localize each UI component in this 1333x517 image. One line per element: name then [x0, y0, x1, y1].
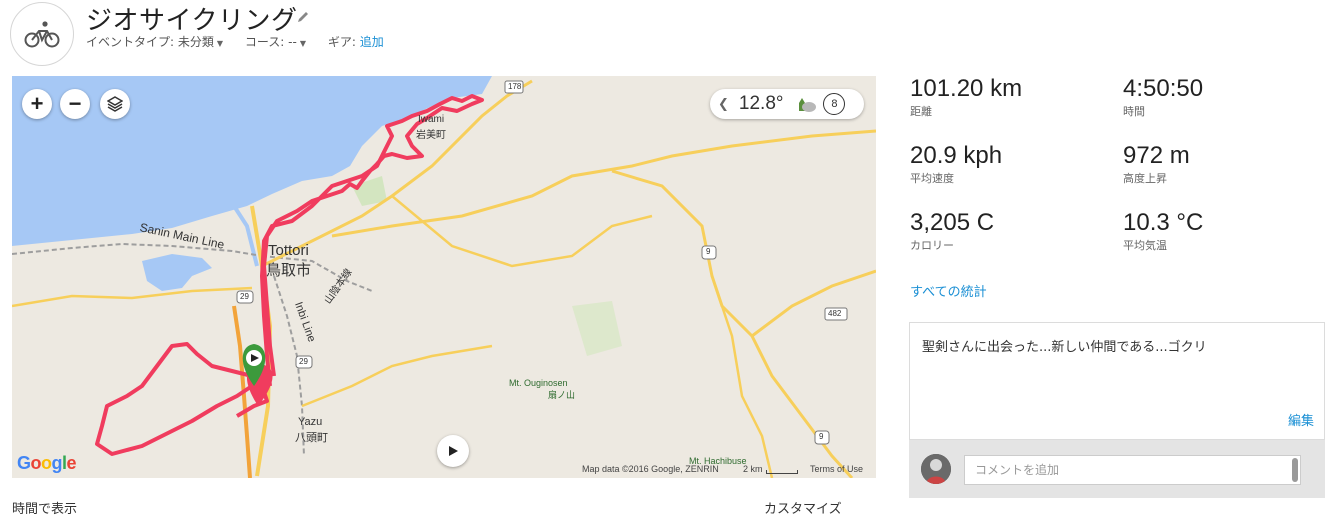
stat-avg-speed: 20.9 kph 平均速度	[910, 142, 1002, 186]
play-route-button[interactable]	[437, 435, 469, 467]
cloud-icon	[799, 98, 817, 112]
customize-link[interactable]: カスタマイズ	[764, 498, 842, 517]
zoom-out-button[interactable]: −	[60, 89, 90, 119]
route-label-9: 9	[706, 247, 711, 256]
map-label-ouginosen-jp: 扇ノ山	[548, 390, 576, 400]
description-box: 聖剣さんに出会った...新しい仲間である...ゴクリ 編集	[909, 322, 1325, 440]
stat-value: 20.9 kph	[910, 142, 1003, 169]
course-label: コース:	[244, 35, 285, 49]
map-label-yazu-en: Yazu	[298, 416, 323, 428]
weather-widget[interactable]: ❮ 12.8° 8	[710, 89, 864, 119]
route-label-178: 178	[508, 82, 522, 91]
layers-icon	[107, 96, 123, 112]
comment-bar	[909, 440, 1325, 498]
map-label-iwami-jp: 岩美町	[416, 130, 446, 141]
stat-value: 10.3 °C	[1123, 209, 1204, 236]
google-logo: Google	[17, 453, 77, 473]
user-avatar	[921, 454, 951, 484]
map-label-tottori-en: Tottori	[268, 242, 309, 259]
stat-avg-temperature: 10.3 °C 平均気温	[1123, 209, 1203, 253]
terms-link[interactable]: Terms of Use	[810, 464, 863, 474]
wind-indicator: 8	[823, 93, 846, 115]
pencil-icon[interactable]	[296, 10, 310, 24]
map-attribution: Map data ©2016 Google, ZENRIN	[582, 464, 719, 474]
stat-time: 4:50:50 時間	[1123, 75, 1203, 119]
all-stats-link[interactable]: すべての統計	[910, 281, 987, 300]
add-gear-link[interactable]: 追加	[360, 35, 384, 49]
stat-label: 距離	[910, 105, 932, 118]
route-label-9b: 9	[819, 432, 824, 441]
zoom-in-button[interactable]: +	[22, 89, 52, 119]
caret-down-icon: ▼	[216, 39, 224, 48]
course-dropdown[interactable]: コース: -- ▼	[245, 35, 306, 49]
activity-type-avatar	[10, 2, 74, 66]
event-type-value: 未分類	[177, 35, 214, 49]
gear-field: ギア: 追加	[328, 35, 384, 49]
description-text: 聖剣さんに出会った...新しい仲間である...ゴクリ	[922, 340, 1207, 355]
event-type-label: イベントタイプ:	[86, 35, 175, 49]
bicycle-icon	[24, 21, 60, 48]
stat-distance: 101.20 km 距離	[910, 75, 1022, 119]
stat-value: 3,205 C	[910, 209, 995, 236]
avatar-image	[921, 454, 951, 484]
comment-scrollbar[interactable]	[1292, 458, 1298, 482]
caret-down-icon: ▼	[299, 39, 306, 48]
map-label-ouginosen-en: Mt. Ouginosen	[509, 378, 568, 388]
chevron-left-icon[interactable]: ❮	[718, 96, 729, 112]
event-type-dropdown[interactable]: イベントタイプ: 未分類 ▼	[86, 35, 223, 49]
stat-label: 平均気温	[1123, 239, 1167, 252]
stat-label: 高度上昇	[1123, 172, 1167, 185]
stat-value: 972 m	[1123, 142, 1190, 169]
activity-title: ジオサイクリング	[86, 6, 298, 36]
wind-speed: 8	[831, 98, 838, 110]
view-by-time-toggle[interactable]: 時間で表示	[12, 498, 77, 517]
comment-input[interactable]	[964, 455, 1301, 485]
stat-elevation-gain: 972 m 高度上昇	[1123, 142, 1190, 186]
stat-value: 4:50:50	[1123, 75, 1204, 102]
weather-temperature: 12.8°	[738, 93, 784, 114]
route-label-29: 29	[240, 292, 249, 301]
stat-value: 101.20 km	[910, 75, 1023, 102]
route-label-482: 482	[828, 309, 842, 318]
stat-calories: 3,205 C カロリー	[910, 209, 994, 253]
layers-button[interactable]	[100, 89, 130, 119]
scale-bar	[766, 470, 798, 474]
map-label-yazu-jp: 八頭町	[295, 432, 328, 444]
map-scale: 2 km	[743, 464, 763, 474]
route-label-29b: 29	[299, 357, 308, 366]
course-value: --	[288, 35, 297, 49]
stat-label: 時間	[1123, 105, 1145, 118]
play-icon	[449, 446, 458, 456]
stat-label: 平均速度	[910, 172, 954, 185]
map-label-tottori-jp: 鳥取市	[266, 262, 312, 279]
route-map[interactable]: Sanin Main Line Tottori 鳥取市 Iwami 岩美町 In…	[12, 76, 876, 478]
map-label-iwami-en: Iwami	[418, 114, 445, 125]
edit-description-link[interactable]: 編集	[1288, 410, 1314, 429]
stat-label: カロリー	[910, 239, 954, 252]
activity-meta: イベントタイプ: 未分類 ▼ コース: -- ▼ ギア: 追加	[86, 33, 402, 50]
gear-label: ギア:	[327, 35, 356, 49]
